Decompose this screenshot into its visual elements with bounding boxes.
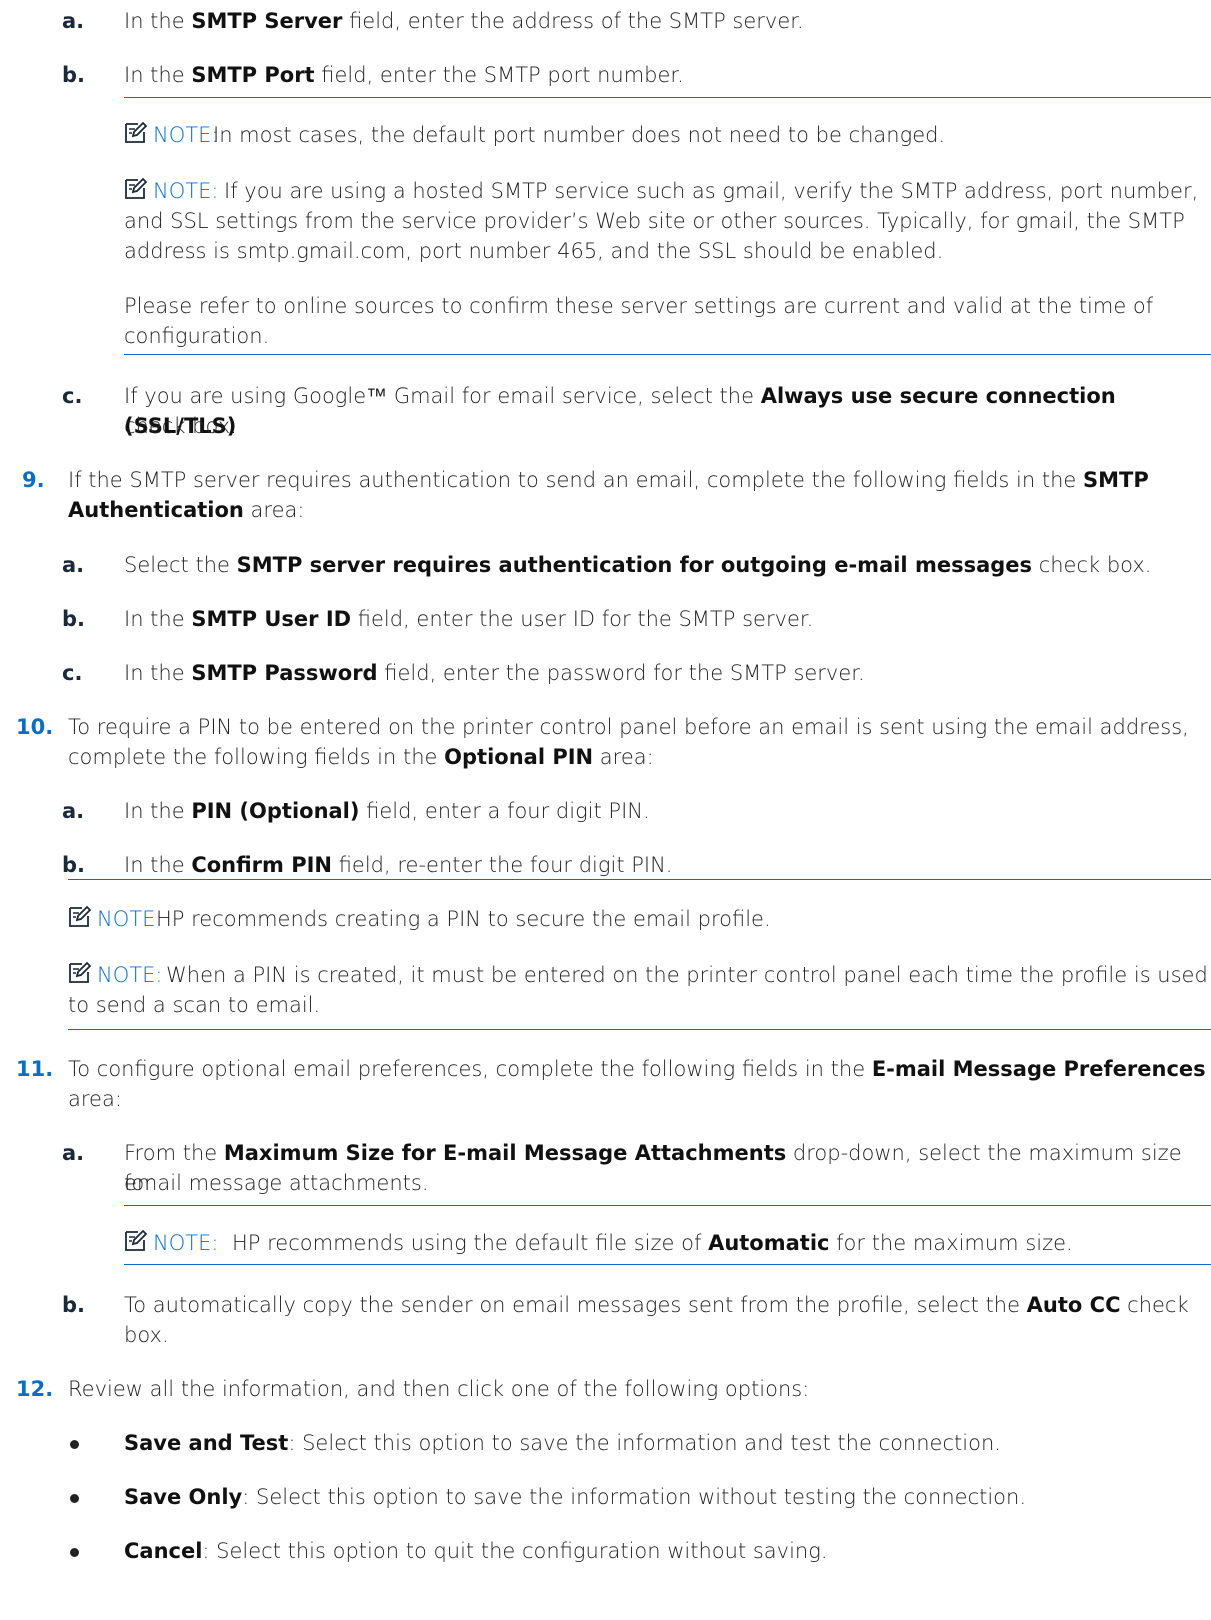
step-text: If you are using Google™ Gmail for email…: [124, 384, 1116, 438]
step-text: complete the following fields in the Opt…: [68, 745, 654, 769]
step-text: check box.: [124, 414, 237, 438]
step-text: Review all the information, and then cli…: [68, 1377, 810, 1401]
note-label: NOTE:: [97, 907, 163, 931]
note-pencil-icon: [125, 121, 148, 143]
step-marker: a.: [62, 1141, 85, 1165]
step-number: 9.: [22, 468, 45, 492]
note-rule: [124, 1205, 1211, 1206]
step-number: 10.: [16, 715, 54, 739]
step-text: To configure optional email preferences,…: [68, 1057, 1206, 1081]
note-rule: [68, 879, 1211, 880]
step-marker: a.: [62, 553, 85, 577]
note-label: NOTE:: [153, 123, 219, 147]
option-text: Cancel: Select this option to quit the c…: [124, 1539, 828, 1563]
note-rule: [124, 354, 1211, 355]
note-rule: [124, 1264, 1211, 1265]
step-marker: c.: [62, 661, 83, 685]
step-text: In the Confirm PIN field, re-enter the f…: [124, 853, 673, 877]
step-text: In the SMTP Server field, enter the addr…: [124, 9, 804, 33]
step-text: Authentication area:: [68, 498, 305, 522]
step-text: In the PIN (Optional) field, enter a fou…: [124, 799, 650, 823]
bullet-icon: [70, 1440, 79, 1449]
step-text: In the SMTP Port field, enter the SMTP p…: [124, 63, 684, 87]
note-text: and SSL settings from the service provid…: [124, 209, 1185, 233]
note-text: If you are using a hosted SMTP service s…: [224, 179, 1199, 203]
note-pencil-icon: [125, 177, 148, 199]
step-marker: a.: [62, 799, 85, 823]
step-marker: b.: [62, 63, 86, 87]
step-marker: a.: [62, 9, 85, 33]
note-text: to send a scan to email.: [68, 993, 321, 1017]
note-text: configuration.: [124, 324, 270, 348]
note-text: HP recommends creating a PIN to secure t…: [156, 907, 771, 931]
step-text: area:: [68, 1087, 122, 1111]
step-marker: b.: [62, 607, 86, 631]
step-number: 12.: [16, 1377, 54, 1401]
step-marker: c.: [62, 384, 83, 408]
note-label: NOTE:: [153, 179, 219, 203]
note-pencil-icon: [69, 905, 92, 927]
note-text: HP recommends using the default file siz…: [232, 1231, 1073, 1255]
note-label: NOTE:: [153, 1231, 219, 1255]
step-text: To require a PIN to be entered on the pr…: [68, 715, 1189, 739]
note-label: NOTE:: [97, 963, 163, 987]
step-text: In the SMTP Password field, enter the pa…: [124, 661, 865, 685]
bullet-icon: [70, 1494, 79, 1503]
option-text: Save and Test: Select this option to sav…: [124, 1431, 1001, 1455]
step-text: box.: [124, 1323, 169, 1347]
step-text: If the SMTP server requires authenticati…: [68, 468, 1149, 492]
option-text: Save Only: Select this option to save th…: [124, 1485, 1027, 1509]
note-text: Please refer to online sources to confir…: [124, 294, 1154, 318]
step-number: 11.: [16, 1057, 54, 1081]
step-text: In the SMTP User ID field, enter the use…: [124, 607, 814, 631]
step-marker: b.: [62, 853, 86, 877]
note-text: When a PIN is created, it must be entere…: [166, 963, 1208, 987]
step-text: email message attachments.: [124, 1171, 429, 1195]
step-text: Select the SMTP server requires authenti…: [124, 553, 1152, 577]
note-pencil-icon: [69, 961, 92, 983]
bullet-icon: [70, 1548, 79, 1557]
note-pencil-icon: [125, 1229, 148, 1251]
note-text: address is smtp.gmail.com, port number 4…: [124, 239, 944, 263]
note-text: In most cases, the default port number d…: [213, 123, 946, 147]
note-rule: [68, 1029, 1211, 1030]
note-rule: [124, 97, 1211, 98]
step-text: To automatically copy the sender on emai…: [124, 1293, 1189, 1317]
step-marker: b.: [62, 1293, 86, 1317]
